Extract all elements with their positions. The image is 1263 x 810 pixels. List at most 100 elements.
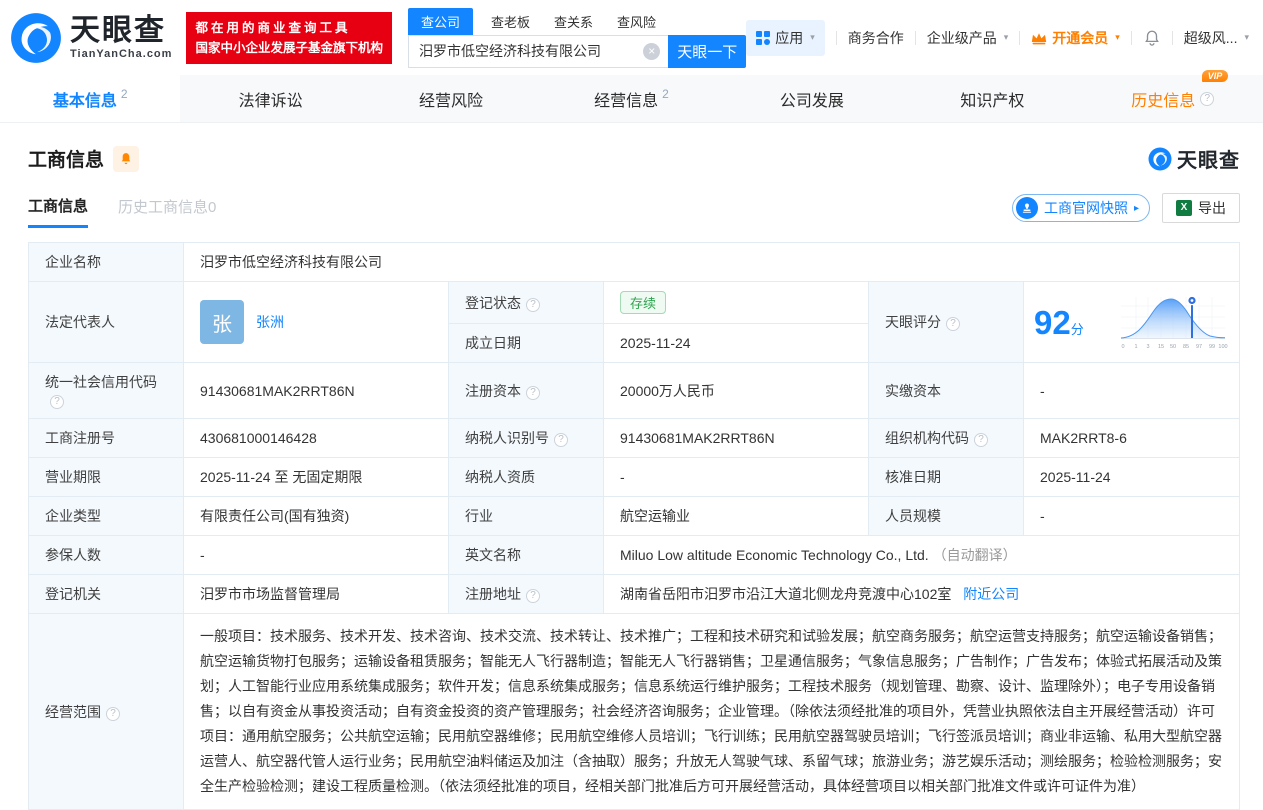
- field-value: 湖南省岳阳市汨罗市沿江大道北侧龙舟竞渡中心102室: [620, 586, 951, 602]
- field-label: 实缴资本: [885, 383, 941, 399]
- help-icon[interactable]: ?: [526, 386, 540, 400]
- english-name-label: 英文名称: [449, 536, 604, 575]
- subtab-row: 工商信息 历史工商信息0 工商官网快照 ▸ X 导出: [28, 193, 1240, 229]
- apps-menu[interactable]: 应用 ▾: [746, 20, 825, 56]
- english-name-value: Miluo Low altitude Economic Technology C…: [604, 536, 1240, 575]
- promo-line1: 都在用的商业查询工具: [195, 18, 383, 38]
- field-label: 营业期限: [45, 469, 101, 485]
- field-value: 2025-11-24: [1040, 469, 1111, 485]
- help-icon[interactable]: ?: [526, 589, 540, 603]
- main-content: 工商信息 天眼查 工商信息 历史工商信息0: [0, 144, 1263, 810]
- tab-label: 经营信息: [594, 87, 658, 111]
- status-badge: 存续: [620, 291, 666, 314]
- search-submit-button[interactable]: 天眼一下: [668, 35, 746, 68]
- cooperation-menu[interactable]: 商务合作: [848, 28, 904, 48]
- business-term-value: 2025-11-24 至 无固定期限: [184, 458, 449, 497]
- help-icon[interactable]: ?: [1200, 92, 1214, 106]
- watermark-text: 天眼查: [1177, 144, 1240, 173]
- org-code-label: 组织机构代码?: [869, 419, 1024, 458]
- insured-count-label: 参保人数: [29, 536, 184, 575]
- field-value: -: [200, 547, 205, 563]
- help-icon[interactable]: ?: [50, 395, 64, 409]
- official-snapshot-button[interactable]: 工商官网快照 ▸: [1012, 194, 1150, 222]
- tab-operation-risk[interactable]: 经营风险: [361, 75, 541, 122]
- search-tabs: 查公司 查老板 查关系 查风险: [408, 8, 746, 35]
- svg-text:3: 3: [1146, 344, 1149, 350]
- enterprise-label: 企业级产品: [927, 28, 997, 48]
- help-icon[interactable]: ?: [946, 317, 960, 331]
- field-label: 注册资本: [465, 383, 521, 399]
- score-value: 92分: [1024, 282, 1240, 363]
- score-distribution-chart: 0 1 3 15 50 85 97 99 100: [1117, 292, 1229, 352]
- svg-text:1: 1: [1134, 344, 1137, 350]
- search-tab-risk[interactable]: 查风险: [617, 8, 656, 35]
- tab-intellectual-property[interactable]: 知识产权: [902, 75, 1082, 122]
- field-label: 行业: [465, 508, 493, 524]
- subscribe-bell-button[interactable]: [113, 146, 139, 172]
- table-row: 登记机关 汨罗市市场监督管理局 注册地址? 湖南省岳阳市汨罗市沿江大道北侧龙舟竞…: [29, 575, 1240, 614]
- field-label: 工商注册号: [45, 430, 115, 446]
- tab-label: 知识产权: [960, 87, 1024, 111]
- subtab-business-info[interactable]: 工商信息: [28, 195, 88, 228]
- bell-icon: [119, 152, 133, 166]
- avatar[interactable]: 张: [200, 300, 244, 344]
- search-tab-relation[interactable]: 查关系: [554, 8, 593, 35]
- reg-authority-value: 汨罗市市场监督管理局: [184, 575, 449, 614]
- help-icon[interactable]: ?: [554, 433, 568, 447]
- reg-capital-value: 20000万人民币: [604, 363, 869, 419]
- staff-size-label: 人员规模: [869, 497, 1024, 536]
- field-value: MAK2RRT8-6: [1040, 430, 1127, 446]
- clear-icon[interactable]: ×: [643, 43, 660, 60]
- business-scope-value: 一般项目：技术服务、技术开发、技术咨询、技术交流、技术转让、技术推广；工程和技术…: [184, 614, 1240, 810]
- divider: [836, 31, 837, 45]
- field-value: 一般项目：技术服务、技术开发、技术咨询、技术交流、技术转让、技术推广；工程和技术…: [200, 628, 1222, 794]
- help-icon[interactable]: ?: [106, 707, 120, 721]
- apps-grid-icon: [756, 31, 770, 45]
- tianyancha-logo[interactable]: 天眼查 TianYanCha.com: [10, 12, 172, 64]
- search-tab-boss[interactable]: 查老板: [491, 8, 530, 35]
- promo-line2: 国家中小企业发展子基金旗下机构: [195, 38, 383, 58]
- staff-size-value: -: [1024, 497, 1240, 536]
- company-name-value: 汨罗市低空经济科技有限公司: [184, 243, 1240, 282]
- crown-icon: [1031, 31, 1047, 45]
- stamp-icon: [1016, 197, 1038, 219]
- help-icon[interactable]: ?: [526, 298, 540, 312]
- search-tab-company[interactable]: 查公司: [408, 8, 473, 35]
- svg-text:15: 15: [1158, 344, 1164, 350]
- reg-status-label: 登记状态?: [449, 282, 604, 324]
- nearby-companies-link[interactable]: 附近公司: [963, 586, 1019, 602]
- snapshot-label: 工商官网快照: [1044, 198, 1128, 218]
- tab-history-info[interactable]: 历史信息 VIP ?: [1083, 75, 1263, 122]
- reg-status-value: 存续: [604, 282, 869, 324]
- taxpayer-quality-label: 纳税人资质: [449, 458, 604, 497]
- enterprise-products-menu[interactable]: 企业级产品 ▾: [927, 28, 1009, 48]
- top-header: 天眼查 TianYanCha.com 都在用的商业查询工具 国家中小企业发展子基…: [0, 0, 1263, 75]
- open-membership-menu[interactable]: 开通会员 ▾: [1031, 28, 1120, 48]
- notification-bell[interactable]: [1143, 29, 1161, 47]
- brand-domain: TianYanCha.com: [70, 48, 172, 60]
- tab-basic-info[interactable]: 基本信息 2: [0, 75, 180, 122]
- tab-legal-proceedings[interactable]: 法律诉讼: [180, 75, 360, 122]
- export-button[interactable]: X 导出: [1162, 193, 1240, 223]
- field-value: -: [1040, 383, 1045, 399]
- subtab-history-business-info[interactable]: 历史工商信息0: [118, 196, 216, 226]
- field-value: Miluo Low altitude Economic Technology C…: [620, 547, 929, 563]
- tab-company-development[interactable]: 公司发展: [722, 75, 902, 122]
- field-label: 登记状态: [465, 295, 521, 311]
- help-icon[interactable]: ?: [974, 433, 988, 447]
- super-risk-menu[interactable]: 超级风... ▾: [1184, 28, 1249, 48]
- legal-rep-link[interactable]: 张洲: [256, 312, 284, 332]
- legal-rep-value: 张 张洲: [184, 282, 449, 363]
- tab-count: 2: [121, 87, 128, 101]
- taxpayer-id-label: 纳税人识别号?: [449, 419, 604, 458]
- field-label: 登记机关: [45, 586, 101, 602]
- tab-operation-info[interactable]: 经营信息 2: [541, 75, 721, 122]
- search-input[interactable]: [408, 35, 668, 68]
- reg-number-value: 430681000146428: [184, 419, 449, 458]
- vip-badge: VIP: [1202, 70, 1229, 82]
- table-row: 营业期限 2025-11-24 至 无固定期限 纳税人资质 - 核准日期 202…: [29, 458, 1240, 497]
- divider: [1172, 31, 1173, 45]
- excel-icon: X: [1176, 200, 1192, 216]
- chart-x-axis-labels: 0 1 3 15 50 85 97 99 100: [1121, 344, 1227, 350]
- field-value: 汨罗市低空经济科技有限公司: [200, 254, 382, 270]
